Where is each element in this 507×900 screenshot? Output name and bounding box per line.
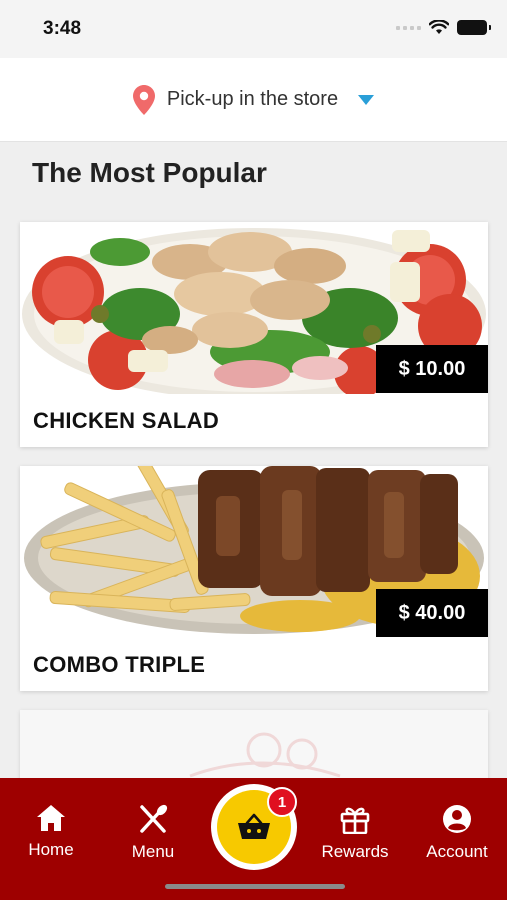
tab-menu-label: Menu (131, 842, 175, 861)
tab-rewards-label: Rewards (321, 842, 389, 861)
product-card-combo-triple[interactable]: $ 40.00 COMBO TRIPLE (20, 466, 488, 691)
logo-watermark (189, 732, 341, 778)
chevron-down-icon (358, 94, 375, 105)
price-tag: $ 10.00 (376, 345, 488, 393)
status-bar: 3:48 (0, 0, 507, 58)
utensils-icon (140, 804, 168, 833)
price-tag: $ 40.00 (376, 589, 488, 637)
pickup-label: Pick-up in the store (166, 88, 339, 110)
tab-home-label: Home (28, 840, 74, 859)
status-icons (396, 20, 491, 35)
signal-icon (396, 25, 421, 30)
tab-account-label: Account (426, 842, 488, 861)
tab-home[interactable]: Home (6, 804, 96, 860)
cart-badge: 1 (267, 787, 297, 817)
tab-rewards[interactable]: Rewards (310, 804, 400, 862)
product-name: CHICKEN SALAD (33, 408, 220, 433)
status-time: 3:48 (43, 18, 82, 39)
home-indicator (165, 884, 345, 889)
account-icon (443, 805, 471, 833)
gift-icon (340, 807, 370, 834)
tab-menu[interactable]: Menu (108, 804, 198, 862)
home-icon (37, 805, 65, 831)
wifi-icon (429, 20, 449, 34)
product-card-chicken-salad[interactable]: $ 10.00 CHICKEN SALAD (20, 222, 488, 447)
basket-icon (238, 813, 270, 839)
tab-account[interactable]: Account (412, 804, 502, 862)
location-pin-icon (132, 84, 155, 115)
battery-icon (457, 20, 491, 35)
section-title: The Most Popular (32, 157, 267, 188)
product-name: COMBO TRIPLE (33, 652, 206, 677)
pickup-selector[interactable]: Pick-up in the store (0, 58, 507, 142)
